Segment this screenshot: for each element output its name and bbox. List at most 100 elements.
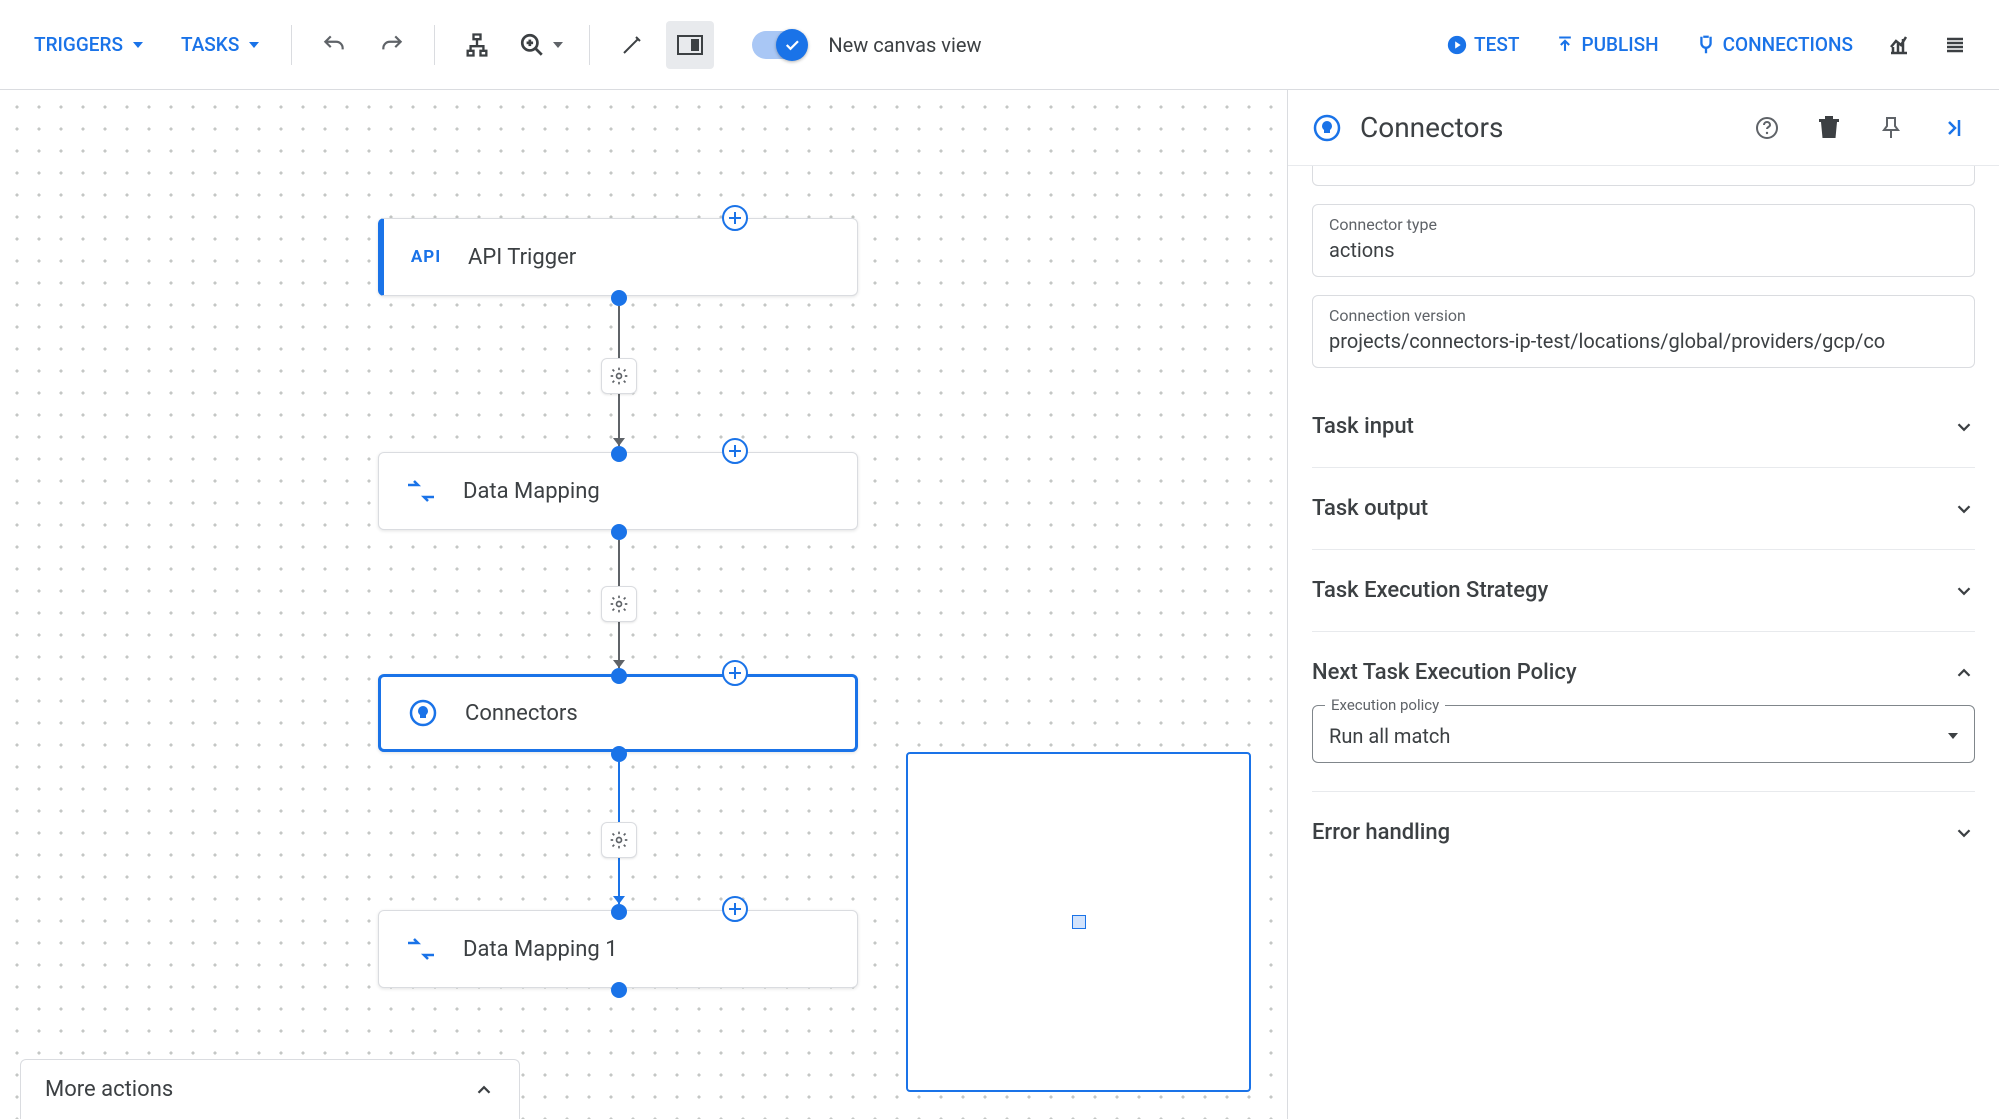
chevron-down-icon bbox=[1953, 498, 1975, 520]
field-connection-version[interactable]: Connection version projects/connectors-i… bbox=[1312, 295, 1975, 368]
side-panel: Connectors Connector type actions Connec… bbox=[1287, 90, 1999, 1119]
chevron-down-icon bbox=[1953, 416, 1975, 438]
connection-dot[interactable] bbox=[611, 904, 627, 920]
arrow-icon bbox=[613, 896, 625, 904]
add-node-button[interactable] bbox=[722, 896, 748, 922]
section-next-policy: Next Task Execution Policy Execution pol… bbox=[1312, 632, 1975, 792]
undo-button[interactable] bbox=[310, 21, 358, 69]
section-header[interactable]: Error handling bbox=[1312, 820, 1975, 845]
canvas[interactable]: API API Trigger Data Mapping Connectors … bbox=[0, 90, 1287, 1119]
pin-button[interactable] bbox=[1869, 106, 1913, 150]
test-button[interactable]: TEST bbox=[1432, 23, 1533, 66]
toggle-knob bbox=[776, 29, 808, 61]
section-error-handling: Error handling bbox=[1312, 792, 1975, 873]
chevron-up-icon bbox=[473, 1079, 495, 1101]
publish-label: PUBLISH bbox=[1581, 33, 1658, 56]
pin-icon bbox=[1880, 116, 1902, 140]
connector-icon bbox=[1312, 113, 1342, 143]
panel-title: Connectors bbox=[1360, 111, 1727, 144]
field-label: Connector type bbox=[1329, 215, 1958, 234]
collapse-panel-button[interactable] bbox=[1931, 106, 1975, 150]
node-connectors[interactable]: Connectors bbox=[378, 674, 858, 752]
section-header[interactable]: Task output bbox=[1312, 496, 1975, 521]
api-icon: API bbox=[408, 239, 444, 275]
add-node-button[interactable] bbox=[722, 438, 748, 464]
redo-button[interactable] bbox=[368, 21, 416, 69]
connections-icon bbox=[1695, 34, 1717, 56]
section-header[interactable]: Task input bbox=[1312, 414, 1975, 439]
connection-dot[interactable] bbox=[611, 982, 627, 998]
toolbar: TRIGGERS TASKS New canvas view TEST bbox=[0, 0, 1999, 90]
tasks-dropdown[interactable]: TASKS bbox=[167, 23, 273, 66]
add-node-button[interactable] bbox=[722, 205, 748, 231]
chevron-down-icon bbox=[1953, 822, 1975, 844]
menu-button[interactable] bbox=[1931, 21, 1979, 69]
chevron-down-icon bbox=[133, 42, 143, 48]
mapping-icon bbox=[403, 931, 439, 967]
node-label: Connectors bbox=[465, 701, 578, 726]
help-button[interactable] bbox=[1745, 106, 1789, 150]
stats-button[interactable] bbox=[1875, 21, 1923, 69]
node-label: Data Mapping bbox=[463, 479, 600, 504]
gear-icon bbox=[609, 366, 629, 386]
wand-button[interactable] bbox=[608, 21, 656, 69]
select-value: Run all match bbox=[1329, 724, 1450, 748]
section-task-input: Task input bbox=[1312, 386, 1975, 468]
node-data-mapping-1[interactable]: Data Mapping 1 bbox=[378, 910, 858, 988]
more-actions-label: More actions bbox=[45, 1077, 173, 1102]
chevron-down-icon bbox=[1948, 733, 1958, 739]
upload-icon bbox=[1555, 35, 1575, 55]
minimap[interactable] bbox=[906, 752, 1251, 1092]
delete-button[interactable] bbox=[1807, 106, 1851, 150]
canvas-icon bbox=[677, 35, 703, 55]
redo-icon bbox=[379, 32, 405, 58]
edge-settings-button[interactable] bbox=[601, 586, 637, 622]
field-label: Connection version bbox=[1329, 306, 1958, 325]
node-api-trigger[interactable]: API API Trigger bbox=[378, 218, 858, 296]
canvas-view-button[interactable] bbox=[666, 21, 714, 69]
section-title: Task output bbox=[1312, 496, 1428, 521]
section-exec-strategy: Task Execution Strategy bbox=[1312, 550, 1975, 632]
connection-dot[interactable] bbox=[611, 668, 627, 684]
field-connector-type[interactable]: Connector type actions bbox=[1312, 204, 1975, 277]
plus-icon bbox=[728, 902, 742, 916]
edge-settings-button[interactable] bbox=[601, 358, 637, 394]
connections-label: CONNECTIONS bbox=[1723, 33, 1853, 56]
separator bbox=[589, 25, 590, 65]
edge-settings-button[interactable] bbox=[601, 822, 637, 858]
separator bbox=[434, 25, 435, 65]
publish-button[interactable]: PUBLISH bbox=[1541, 23, 1672, 66]
gear-icon bbox=[609, 594, 629, 614]
add-node-button[interactable] bbox=[722, 660, 748, 686]
undo-icon bbox=[321, 32, 347, 58]
section-title: Task input bbox=[1312, 414, 1414, 439]
tasks-label: TASKS bbox=[181, 33, 239, 56]
connection-dot[interactable] bbox=[611, 290, 627, 306]
zoom-dropdown[interactable] bbox=[511, 21, 571, 69]
plus-icon bbox=[728, 444, 742, 458]
chevron-down-icon bbox=[249, 42, 259, 48]
arrow-icon bbox=[613, 438, 625, 446]
section-header[interactable]: Task Execution Strategy bbox=[1312, 578, 1975, 603]
section-title: Next Task Execution Policy bbox=[1312, 660, 1577, 685]
toolbar-right: TEST PUBLISH CONNECTIONS bbox=[1432, 21, 1979, 69]
connection-dot[interactable] bbox=[611, 524, 627, 540]
chevron-down-icon bbox=[1953, 580, 1975, 602]
connection-dot[interactable] bbox=[611, 446, 627, 462]
canvas-view-toggle[interactable] bbox=[752, 31, 806, 59]
mapping-icon bbox=[403, 473, 439, 509]
connection-dot[interactable] bbox=[611, 746, 627, 762]
field-value: projects/connectors-ip-test/locations/gl… bbox=[1329, 329, 1958, 353]
layout-button[interactable] bbox=[453, 21, 501, 69]
section-header[interactable]: Next Task Execution Policy bbox=[1312, 660, 1975, 685]
triggers-dropdown[interactable]: TRIGGERS bbox=[20, 23, 157, 66]
node-data-mapping[interactable]: Data Mapping bbox=[378, 452, 858, 530]
execution-policy-select[interactable]: Execution policy Run all match bbox=[1312, 705, 1975, 763]
menu-icon bbox=[1943, 33, 1967, 57]
node-label: API Trigger bbox=[468, 245, 576, 270]
zoom-icon bbox=[519, 32, 545, 58]
section-title: Error handling bbox=[1312, 820, 1450, 845]
plus-icon bbox=[728, 666, 742, 680]
connections-button[interactable]: CONNECTIONS bbox=[1681, 23, 1867, 66]
more-actions-panel[interactable]: More actions bbox=[20, 1059, 520, 1119]
